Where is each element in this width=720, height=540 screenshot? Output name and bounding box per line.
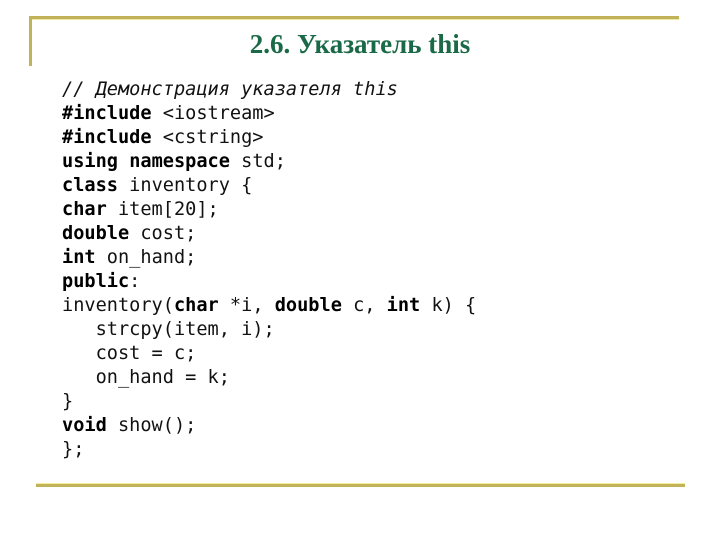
code-text: strcpy(item, i); (62, 319, 275, 340)
code-line: strcpy(item, i); (62, 318, 476, 342)
code-text: k) { (420, 295, 477, 316)
code-keyword: char (62, 199, 107, 220)
code-line: public: (62, 270, 476, 294)
code-line: // Демонстрация указателя this (62, 78, 476, 102)
code-line: int on_hand; (62, 246, 476, 270)
code-keyword: class (62, 175, 118, 196)
code-keyword: int (386, 295, 421, 316)
code-text: c, (341, 295, 387, 316)
code-listing: // Демонстрация указателя this #include <… (62, 78, 476, 462)
code-line: } (62, 390, 476, 414)
code-keyword: double (62, 223, 130, 244)
code-line: using namespace std; (62, 150, 476, 174)
code-line: cost = c; (62, 342, 476, 366)
code-text: <cstring> (151, 127, 264, 148)
code-keyword: namespace (129, 151, 230, 172)
slide-title: 2.6. Указатель this (0, 29, 720, 60)
code-keyword: void (62, 415, 107, 436)
code-line: on_hand = k; (62, 366, 476, 390)
code-keyword: int (62, 247, 96, 268)
slide-title-text: 2.6. Указатель this (249, 29, 471, 59)
code-line: void show(); (62, 414, 476, 438)
code-text: show(); (106, 415, 197, 436)
code-comment: // Демонстрация указателя this (62, 79, 398, 100)
code-text: inventory { (117, 175, 253, 196)
top-rule (29, 16, 679, 19)
code-line: #include <iostream> (62, 102, 476, 126)
bottom-rule (36, 484, 685, 487)
code-text: : (129, 271, 141, 292)
code-keyword: using (62, 151, 118, 172)
code-line: class inventory { (62, 174, 476, 198)
code-keyword: #include (62, 127, 152, 148)
code-keyword: #include (62, 103, 152, 124)
code-line: #include <cstring> (62, 126, 476, 150)
code-line: }; (62, 438, 476, 462)
code-text: *i, (218, 295, 275, 316)
code-keyword: char (173, 295, 219, 316)
code-text: }; (62, 439, 85, 460)
code-text: on_hand; (95, 247, 197, 268)
code-text: inventory( (62, 295, 174, 316)
code-text: } (62, 391, 74, 412)
code-keyword: double (274, 295, 342, 316)
code-text: item[20]; (106, 199, 219, 220)
code-text: <iostream> (151, 103, 275, 124)
code-text: cost; (129, 223, 197, 244)
code-text: cost = c; (62, 343, 197, 364)
code-line: char item[20]; (62, 198, 476, 222)
code-text: on_hand = k; (62, 367, 230, 388)
code-keyword: public (62, 271, 130, 292)
code-line: inventory(char *i, double c, int k) { (62, 294, 476, 318)
code-line: double cost; (62, 222, 476, 246)
code-text: std; (229, 151, 286, 172)
